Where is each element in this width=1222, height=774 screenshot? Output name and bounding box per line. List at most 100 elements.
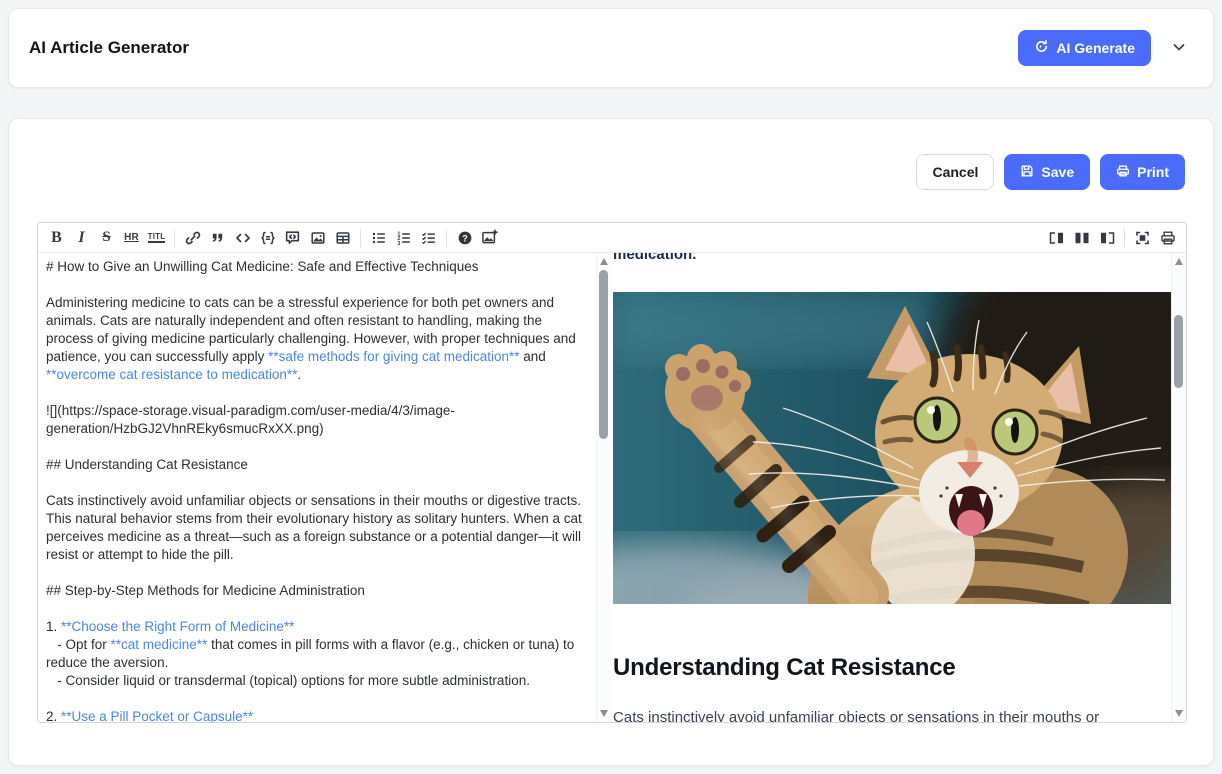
cancel-label: Cancel <box>932 164 979 180</box>
ordered-list-button[interactable]: 1 2 3 <box>391 226 416 250</box>
editor-line[interactable]: - Consider liquid or transdermal (topica… <box>46 672 592 690</box>
editor-line[interactable]: generation/HzbGJ2VhnREky6smucRxXX.png) <box>46 420 592 438</box>
horizontal-rule-button[interactable]: HR <box>119 226 144 250</box>
ordered-list-icon: 1 2 3 <box>396 230 412 246</box>
toolbar-separator <box>1124 228 1125 247</box>
layout-preview-right-icon <box>1048 230 1066 246</box>
editor-scrollbar-thumb[interactable] <box>599 270 609 439</box>
help-icon: ? <box>457 230 473 246</box>
header-card: AI Article Generator AI Generate <box>8 8 1214 88</box>
preview-heading: Understanding Cat Resistance <box>613 654 956 681</box>
scroll-down-arrow-icon[interactable] <box>1175 710 1183 717</box>
editor-line[interactable]: perceives medicine as a threat—such as a… <box>46 528 592 546</box>
ai-image-icon <box>481 229 498 246</box>
inline-code-button[interactable] <box>230 226 255 250</box>
custom-block-button[interactable] <box>280 226 305 250</box>
italic-icon: I <box>78 228 85 246</box>
cancel-button[interactable]: Cancel <box>916 154 995 190</box>
editor-line[interactable]: 1. **Choose the Right Form of Medicine** <box>46 618 592 636</box>
editor-card: Cancel Save Print B I S HR TITL 1 2 3 ? … <box>8 118 1214 766</box>
editor-scrollbar[interactable] <box>596 253 612 722</box>
toolbar-right-group <box>1044 226 1180 250</box>
fullscreen-button[interactable] <box>1130 226 1155 250</box>
table-icon <box>335 230 351 246</box>
editor-line[interactable] <box>46 690 592 708</box>
link-button[interactable] <box>180 226 205 250</box>
strikethrough-button[interactable]: S <box>94 226 119 250</box>
bold-button[interactable]: B <box>44 226 69 250</box>
bullet-list-button[interactable] <box>366 226 391 250</box>
editor-line[interactable]: ## Step-by-Step Methods for Medicine Adm… <box>46 582 592 600</box>
printer-icon <box>1116 164 1130 181</box>
scroll-up-arrow-icon[interactable] <box>600 258 609 265</box>
editor-line[interactable] <box>46 600 592 618</box>
preview-scrollbar[interactable] <box>1171 253 1186 722</box>
editor-line[interactable]: ## Understanding Cat Resistance <box>46 456 592 474</box>
cat-image <box>611 253 1171 715</box>
editor-line[interactable]: patience, you can successfully apply **s… <box>46 348 592 366</box>
title-button[interactable]: TITL <box>144 226 169 250</box>
layout-preview-left-button[interactable] <box>1094 226 1119 250</box>
task-list-button[interactable] <box>416 226 441 250</box>
table-button[interactable] <box>330 226 355 250</box>
save-label: Save <box>1041 164 1075 180</box>
code-block-icon <box>260 230 276 246</box>
print-preview-icon <box>1160 230 1176 246</box>
save-button[interactable]: Save <box>1004 154 1091 190</box>
code-block-button[interactable] <box>255 226 280 250</box>
italic-button[interactable]: I <box>69 226 94 250</box>
layout-preview-left-icon <box>1098 230 1116 246</box>
task-list-icon <box>421 230 437 246</box>
header-actions: AI Generate <box>1018 30 1187 66</box>
sparkle-refresh-icon <box>1034 39 1049 57</box>
editor-line[interactable]: process of giving medicine particularly … <box>46 330 592 348</box>
toolbar-separator <box>446 228 447 247</box>
editor-line[interactable] <box>46 438 592 456</box>
editor-line[interactable]: ![](https://space-storage.visual-paradig… <box>46 402 592 420</box>
bold-icon: B <box>51 228 62 246</box>
blockquote-button[interactable] <box>205 226 230 250</box>
ai-image-button[interactable] <box>477 226 502 250</box>
strikethrough-icon: S <box>102 229 111 245</box>
editor-line[interactable]: **overcome cat resistance to medication*… <box>46 366 592 384</box>
title-icon: TITL <box>147 232 166 243</box>
print-preview-button[interactable] <box>1155 226 1180 250</box>
editor-line[interactable]: resist or attempt to hide the pill. <box>46 546 592 564</box>
help-button[interactable]: ? <box>452 226 477 250</box>
svg-text:3: 3 <box>397 240 400 245</box>
editor-line[interactable]: reduce the aversion. <box>46 654 592 672</box>
custom-block-icon <box>284 229 301 246</box>
editor-line[interactable] <box>46 564 592 582</box>
svg-text:?: ? <box>462 233 468 243</box>
markdown-input-area[interactable]: # How to Give an Unwilling Cat Medicine:… <box>38 253 596 722</box>
editor-line[interactable]: 2. **Use a Pill Pocket or Capsule** <box>46 708 592 722</box>
image-icon <box>310 230 326 246</box>
scroll-down-arrow-icon[interactable] <box>600 710 609 717</box>
print-label: Print <box>1137 164 1169 180</box>
editor-line[interactable]: animals. Cats are naturally independent … <box>46 312 592 330</box>
preview-scrollbar-thumb[interactable] <box>1174 315 1183 388</box>
inline-code-icon <box>235 230 251 246</box>
header-dropdown-toggle[interactable] <box>1171 39 1187 58</box>
print-button[interactable]: Print <box>1100 154 1185 190</box>
editor-toolbar: B I S HR TITL 1 2 3 ? <box>38 223 1186 253</box>
horizontal-rule-icon: HR <box>124 232 139 243</box>
editor-line[interactable] <box>46 474 592 492</box>
layout-split-button[interactable] <box>1069 226 1094 250</box>
image-button[interactable] <box>305 226 330 250</box>
editor-line[interactable] <box>46 276 592 294</box>
link-icon <box>185 230 201 246</box>
blockquote-icon <box>210 230 225 245</box>
layout-preview-right-button[interactable] <box>1044 226 1069 250</box>
editor-line[interactable]: Cats instinctively avoid unfamiliar obje… <box>46 492 592 510</box>
editor-line[interactable]: - Opt for **cat medicine** that comes in… <box>46 636 592 654</box>
editor-line[interactable]: This natural behavior stems from their e… <box>46 510 592 528</box>
editor-line[interactable] <box>46 384 592 402</box>
preview-paragraph: Cats instinctively avoid unfamiliar obje… <box>613 709 1100 722</box>
actions-row: Cancel Save Print <box>916 154 1185 190</box>
editor-line[interactable]: Administering medicine to cats can be a … <box>46 294 592 312</box>
editor-line[interactable]: # How to Give an Unwilling Cat Medicine:… <box>46 258 592 276</box>
scroll-up-arrow-icon[interactable] <box>1175 258 1183 265</box>
preview-clipped-bold-text: medication. <box>613 253 697 263</box>
ai-generate-button[interactable]: AI Generate <box>1018 30 1151 66</box>
